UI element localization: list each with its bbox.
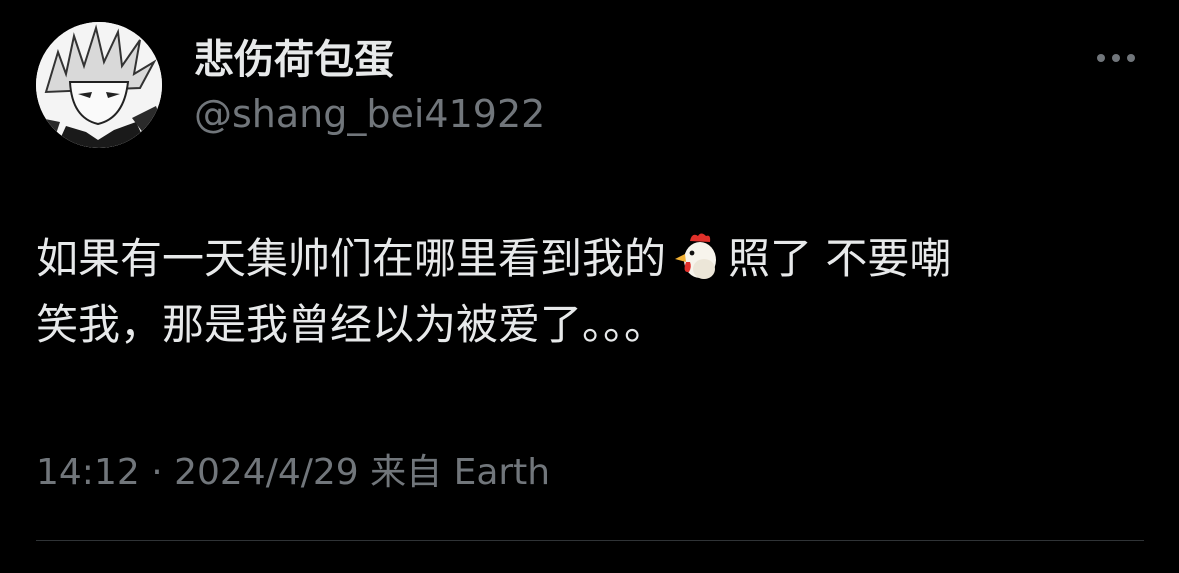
more-dot-icon (1127, 54, 1135, 62)
more-dot-icon (1112, 54, 1120, 62)
tweet-metadata: 14:12 · 2024/4/29 来自 Earth (36, 446, 550, 500)
tweet-card: 悲伤荷包蛋 @shang_bei41922 如果有一天集帅们在哪里看到我的 照了… (0, 0, 1179, 573)
user-handle[interactable]: @shang_bei41922 (194, 90, 545, 138)
tweet-source: 来自 Earth (358, 452, 551, 493)
more-dot-icon (1097, 54, 1105, 62)
chicken-icon (668, 229, 722, 283)
divider (36, 540, 1144, 541)
tweet-text: 如果有一天集帅们在哪里看到我的 照了 不要嘲 笑我，那是我曾经以为被爱了。。。 (36, 226, 1146, 358)
avatar-image (36, 22, 162, 148)
tweet-text-segment: 如果有一天集帅们在哪里看到我的 (36, 234, 667, 283)
avatar[interactable] (36, 22, 162, 148)
tweet-date[interactable]: 2024/4/29 (174, 452, 359, 493)
display-name[interactable]: 悲伤荷包蛋 (194, 34, 394, 86)
more-options-button[interactable] (1086, 40, 1146, 76)
tweet-text-segment: 照了 不要嘲 (728, 234, 952, 283)
meta-separator: · (139, 452, 175, 493)
tweet-time[interactable]: 14:12 (36, 452, 140, 493)
tweet-text-line-1: 如果有一天集帅们在哪里看到我的 照了 不要嘲 (36, 226, 1146, 292)
tweet-text-line-2: 笑我，那是我曾经以为被爱了。。。 (36, 300, 667, 349)
